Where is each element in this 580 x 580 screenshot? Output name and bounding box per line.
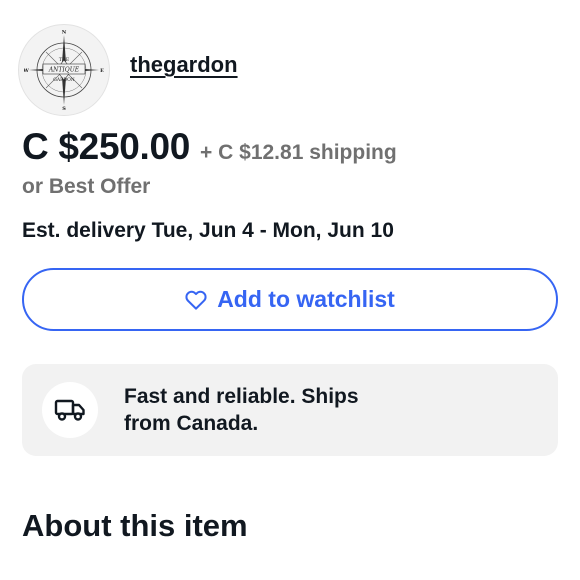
shipping-info-card: Fast and reliable. Ships from Canada. (22, 364, 558, 456)
truck-icon (42, 382, 98, 438)
item-price: C $250.00 (22, 126, 191, 167)
heart-outline-icon (185, 290, 207, 310)
add-to-watchlist-button[interactable]: Add to watchlist (22, 268, 558, 331)
shipping-info-text: Fast and reliable. Ships from Canada. (124, 385, 359, 435)
compass-letter-s: S (62, 106, 66, 110)
compass-letter-n: N (62, 30, 67, 36)
about-this-item-heading: About this item (22, 508, 248, 543)
compass-letter-e: E (100, 68, 104, 74)
logo-text-the: THE (59, 57, 69, 63)
logo-text-gardon: GARDON (53, 77, 75, 83)
best-offer-text: or Best Offer (22, 175, 151, 198)
compass-letter-w: W (24, 68, 29, 74)
watchlist-label: Add to watchlist (217, 286, 395, 312)
estimated-delivery: Est. delivery Tue, Jun 4 - Mon, Jun 10 (22, 219, 394, 242)
compass-logo-icon: N E S W THE ANTIQUE GARDON (24, 30, 104, 110)
price-row: C $250.00 + C $12.81 shipping (22, 126, 397, 168)
seller-name-link[interactable]: thegardon (130, 52, 238, 78)
logo-text-antique: ANTIQUE (48, 67, 80, 74)
seller-logo[interactable]: N E S W THE ANTIQUE GARDON (18, 24, 110, 116)
shipping-cost: + C $12.81 shipping (200, 141, 397, 164)
seller-section: N E S W THE ANTIQUE GARDON thegardon (18, 24, 238, 116)
